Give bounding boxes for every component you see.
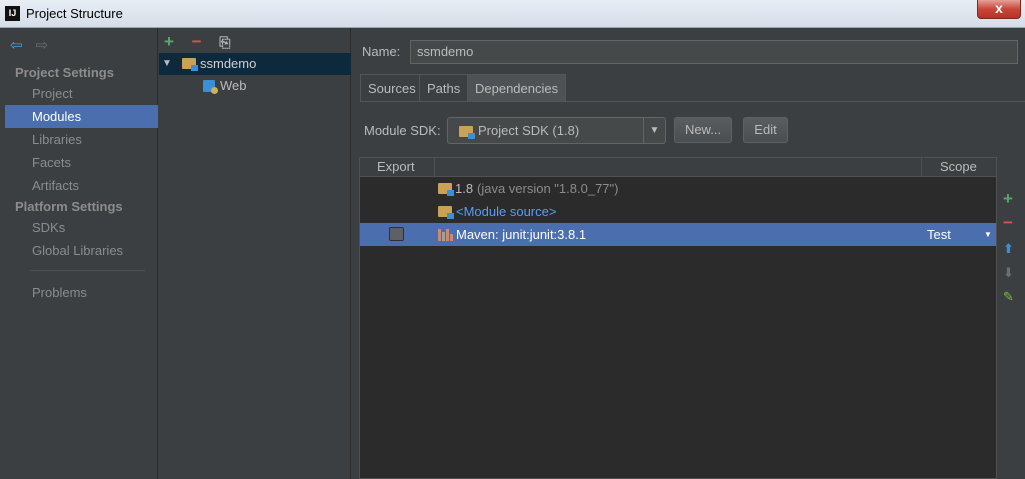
sidebar-item-modules[interactable]: Modules <box>5 105 158 128</box>
module-details: Name: ssmdemo Sources Paths Dependencies… <box>352 28 1025 479</box>
dependencies-table: Export Scope 1.8 (java version "1.8.0_77… <box>359 157 997 479</box>
copy-icon[interactable]: ⎘ <box>219 34 243 51</box>
edit-sdk-button[interactable]: Edit <box>743 117 788 143</box>
move-down-icon[interactable]: ⬇ <box>1003 265 1014 281</box>
expand-arrow-icon[interactable]: ▼ <box>162 53 172 75</box>
add-dependency-icon[interactable]: + <box>1003 189 1013 209</box>
dependency-name: <Module source> <box>456 204 557 219</box>
module-folder-icon <box>182 58 198 71</box>
arrow-left-icon[interactable]: ⇦ <box>10 36 32 54</box>
tab-dependencies[interactable]: Dependencies <box>467 74 567 101</box>
scope-value[interactable]: Test <box>927 223 951 246</box>
header-divider <box>434 158 435 176</box>
web-facet-icon <box>203 80 218 94</box>
header-scope[interactable]: Scope <box>940 158 977 176</box>
export-checkbox[interactable] <box>389 227 404 241</box>
add-module-icon[interactable]: + <box>164 32 188 52</box>
modules-toolbar: + − ⎘ <box>164 32 243 52</box>
sidebar-item-sdks[interactable]: SDKs <box>5 216 158 239</box>
title-bar: IJ Project Structure x <box>0 0 1025 28</box>
sidebar-item-project[interactable]: Project <box>5 82 158 105</box>
new-sdk-button[interactable]: New... <box>674 117 732 143</box>
sidebar-divider <box>30 270 145 271</box>
jdk-folder-icon <box>438 183 454 196</box>
remove-dependency-icon[interactable]: − <box>1003 213 1013 233</box>
module-name-field[interactable]: ssmdemo <box>410 40 1018 64</box>
tree-node-ssmdemo[interactable]: ▼ ssmdemo <box>159 53 351 75</box>
header-export[interactable]: Export <box>377 158 415 176</box>
sidebar-item-problems[interactable]: Problems <box>5 281 158 304</box>
sdk-folder-icon <box>459 126 475 139</box>
dependency-detail: (java version "1.8.0_77") <box>477 181 619 196</box>
settings-sidebar: ⇦ ⇨ Project Settings Project Modules Lib… <box>0 28 158 479</box>
table-row[interactable]: Maven: junit:junit:3.8.1 Test ▼ <box>360 223 996 246</box>
chevron-down-icon[interactable]: ▼ <box>984 223 992 246</box>
dependency-toolbar: + − ⬆ ⬇ ✎ <box>997 157 1025 479</box>
dependency-name: 1.8 <box>455 181 474 196</box>
edit-pencil-icon[interactable]: ✎ <box>1003 289 1014 305</box>
sidebar-item-libraries[interactable]: Libraries <box>5 128 158 151</box>
module-sdk-label: Module SDK: <box>364 123 441 138</box>
tab-divider <box>360 101 1025 102</box>
dependency-name: Maven: junit:junit:3.8.1 <box>456 227 587 242</box>
section-project-settings: Project Settings <box>15 65 114 80</box>
window-title: Project Structure <box>26 6 123 21</box>
arrow-right-icon[interactable]: ⇨ <box>36 36 58 54</box>
sidebar-item-global-libraries[interactable]: Global Libraries <box>5 239 158 262</box>
modules-tree: ▼ ssmdemo Web <box>159 53 351 97</box>
table-row[interactable]: 1.8 (java version "1.8.0_77") <box>360 177 996 200</box>
name-label: Name: <box>362 44 401 59</box>
maven-library-icon <box>438 229 453 241</box>
header-divider <box>921 158 922 176</box>
tree-node-web[interactable]: Web <box>159 75 351 97</box>
modules-pane: + − ⎘ ▼ ssmdemo Web <box>159 28 351 479</box>
chevron-down-icon[interactable]: ▼ <box>643 118 665 143</box>
module-source-folder-icon <box>438 206 454 219</box>
module-sdk-value: Project SDK (1.8) <box>478 123 580 138</box>
sidebar-item-facets[interactable]: Facets <box>5 151 158 174</box>
close-button[interactable]: x <box>977 0 1021 19</box>
intellij-app-icon: IJ <box>5 6 20 21</box>
tree-node-label: ssmdemo <box>200 56 257 71</box>
tree-node-label: Web <box>220 78 247 93</box>
section-platform-settings: Platform Settings <box>15 199 123 214</box>
table-row[interactable]: <Module source> <box>360 200 996 223</box>
tab-paths[interactable]: Paths <box>419 74 469 101</box>
move-up-icon[interactable]: ⬆ <box>1003 241 1014 257</box>
remove-module-icon[interactable]: − <box>192 32 216 52</box>
module-sdk-select[interactable]: Project SDK (1.8) ▼ <box>447 117 666 144</box>
nav-arrows: ⇦ ⇨ <box>10 36 58 54</box>
sidebar-item-artifacts[interactable]: Artifacts <box>5 174 158 197</box>
tab-sources[interactable]: Sources <box>360 74 424 101</box>
table-header: Export Scope <box>360 158 996 177</box>
